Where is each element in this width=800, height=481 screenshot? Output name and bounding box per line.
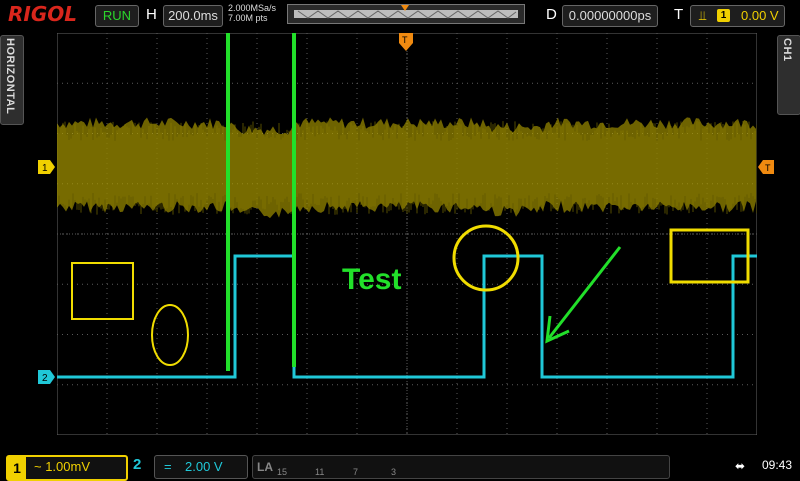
channel-1-scale: ~ 1.00mV	[34, 459, 91, 474]
channel-2-settings[interactable]: = 2.00 V	[154, 455, 248, 479]
usb-icon: ⬌	[735, 459, 746, 473]
trigger-level-marker[interactable]: T	[758, 160, 774, 174]
channel-2-coupling: =	[164, 459, 172, 474]
la-digit: 3	[391, 467, 397, 477]
horizontal-menu-tab[interactable]: HORIZONTAL	[0, 35, 24, 125]
sample-rate: 2.000MSa/s	[228, 3, 277, 13]
svg-text:2: 2	[42, 373, 48, 384]
channel-2-number[interactable]: 2	[133, 456, 141, 473]
channel-tab-label: CH1	[781, 38, 793, 62]
la-digit: 11	[315, 467, 325, 477]
annotation-text: Test	[342, 263, 401, 296]
la-digit: 7	[353, 467, 359, 477]
logic-analyzer-label: LA	[257, 460, 273, 474]
trigger-source: 1	[717, 9, 730, 22]
la-digit: 15	[277, 467, 288, 477]
horizontal-label: H	[146, 6, 157, 23]
trigger-level: 0.00 V	[741, 8, 779, 23]
acquisition-info: 2.000MSa/s 7.00M pts	[228, 3, 276, 23]
memory-overview-pattern	[297, 5, 517, 19]
channel-2-marker[interactable]: 2	[38, 370, 56, 384]
channel-menu-tab[interactable]: CH1	[777, 35, 800, 115]
delay-value[interactable]: 0.00000000ps	[562, 5, 658, 27]
trigger-time-marker[interactable]: T	[399, 33, 413, 53]
timebase-value[interactable]: 200.0ms	[163, 5, 223, 27]
channel-1-settings[interactable]: 1 ~ 1.00mV	[6, 455, 128, 481]
memory-depth: 7.00M pts	[228, 13, 268, 23]
delay-label: D	[546, 6, 557, 23]
channel-2-scale: 2.00 V	[185, 459, 223, 474]
waveform-display[interactable]: Test	[57, 33, 757, 435]
top-status-bar: RIGOL RUN H 200.0ms 2.000MSa/s 7.00M pts…	[0, 0, 800, 30]
channel-1-marker[interactable]: 1	[38, 160, 56, 174]
trigger-settings[interactable]: ⫫ 1 0.00 V	[690, 5, 785, 27]
trigger-label: T	[674, 6, 684, 23]
svg-text:1: 1	[42, 163, 48, 174]
clock: 09:43	[762, 458, 793, 472]
logic-analyzer-settings[interactable]: LA 15 11 7 3	[252, 455, 670, 479]
brand-logo: RIGOL	[8, 2, 78, 26]
memory-overview-bar[interactable]	[287, 4, 525, 24]
svg-text:T: T	[402, 35, 408, 45]
horizontal-tab-label: HORIZONTAL	[4, 38, 16, 115]
rising-edge-icon: ⫫	[699, 8, 707, 23]
svg-text:T: T	[765, 163, 771, 173]
channel-1-number: 1	[8, 457, 26, 479]
bottom-status-bar: 1 ~ 1.00mV 2 = 2.00 V LA 15 11 7 3 ⬌ 09:…	[0, 452, 800, 481]
trigger-position-marker	[401, 5, 409, 11]
run-stop-status[interactable]: RUN	[95, 5, 139, 27]
